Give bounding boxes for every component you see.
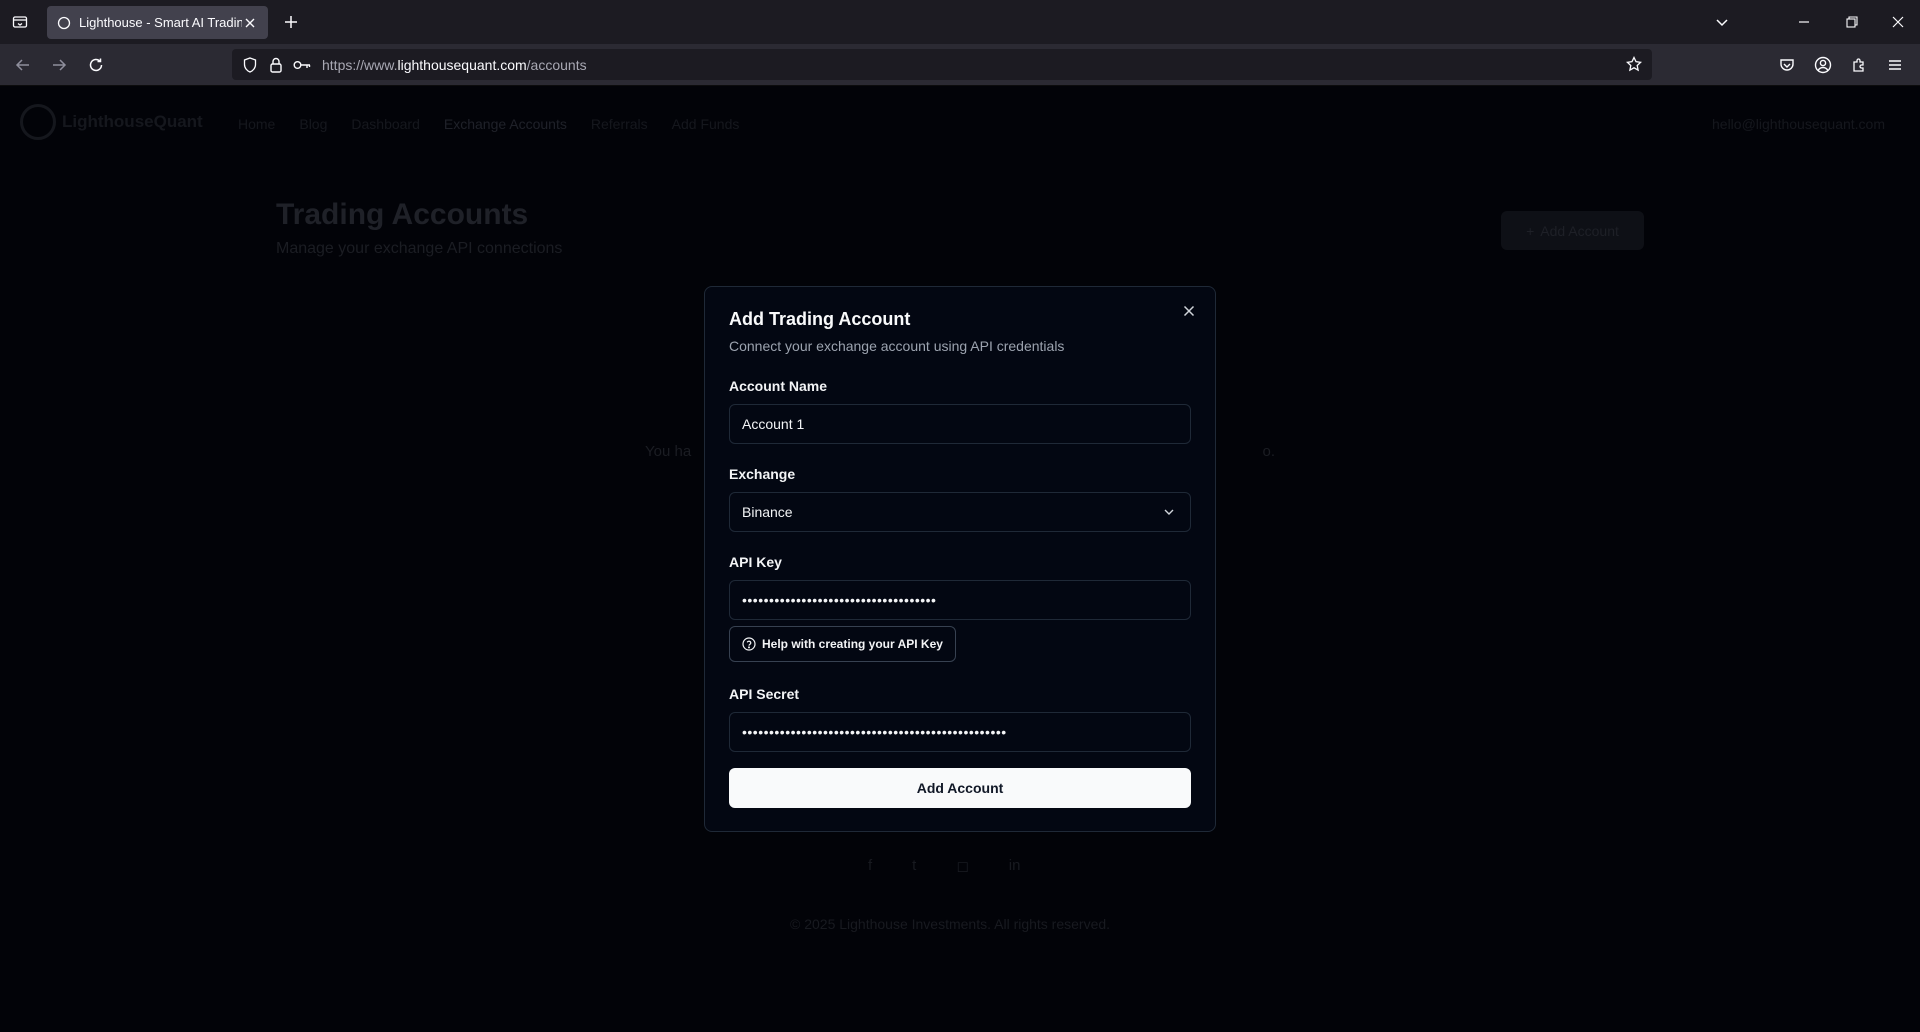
twitter-icon: t (912, 857, 917, 874)
instagram-icon: ◻ (956, 858, 969, 875)
site-nav: Home Blog Dashboard Exchange Accounts Re… (238, 116, 739, 132)
key-permissions-icon[interactable] (292, 55, 312, 75)
api-key-input[interactable]: •••••••••••••••••••••••••••••••••••• (729, 580, 1191, 620)
close-icon[interactable] (1179, 301, 1199, 321)
forward-icon[interactable] (46, 52, 72, 78)
browser-chrome: Lighthouse - Smart AI Trading https://ww… (0, 0, 1920, 86)
reload-icon[interactable] (83, 52, 109, 78)
browser-tab-active[interactable]: Lighthouse - Smart AI Trading (47, 6, 268, 39)
site-header: LighthouseQuant Home Blog Dashboard Exch… (0, 86, 1920, 164)
account-name-label: Account Name (729, 378, 828, 394)
exchange-label: Exchange (729, 466, 796, 482)
tab-title: Lighthouse - Smart AI Trading (79, 15, 242, 30)
facebook-icon: f (868, 857, 873, 874)
copyright: © 2025 Lighthouse Investments. All right… (790, 916, 1111, 932)
social-links: f t ◻ in (868, 857, 1020, 875)
api-secret-label: API Secret (729, 686, 800, 702)
list-all-tabs-icon[interactable] (1710, 10, 1734, 34)
site-logo[interactable]: LighthouseQuant (20, 104, 203, 140)
add-trading-account-dialog: Add Trading Account Connect your exchang… (704, 286, 1216, 832)
url-bar[interactable]: https://www.lighthousequant.com/accounts (232, 49, 1652, 80)
dialog-description: Connect your exchange account using API … (729, 338, 1065, 354)
exchange-select[interactable]: Binance (729, 492, 1191, 532)
api-key-help-button[interactable]: Help with creating your API Key (729, 626, 956, 662)
new-tab-icon[interactable] (280, 11, 302, 33)
api-key-help-label: Help with creating your API Key (762, 637, 943, 651)
linkedin-icon: in (1008, 857, 1021, 874)
tracking-protection-shield-icon[interactable] (240, 55, 260, 75)
extensions-icon[interactable] (1846, 52, 1872, 78)
plus-icon: + (1526, 222, 1535, 239)
add-account-button[interactable]: Add Account (729, 768, 1191, 808)
nav-home[interactable]: Home (238, 116, 275, 132)
account-name-input[interactable]: Account 1 (729, 404, 1191, 444)
help-circle-icon (742, 637, 756, 651)
lighthouse-logo-icon (20, 104, 56, 140)
page-title: Trading Accounts (276, 198, 529, 231)
nav-blog[interactable]: Blog (299, 116, 327, 132)
api-secret-input[interactable]: ••••••••••••••••••••••••••••••••••••••••… (729, 712, 1191, 752)
dialog-title: Add Trading Account (729, 309, 911, 329)
api-key-label: API Key (729, 554, 782, 570)
exchange-selected-value: Binance (742, 504, 793, 520)
user-email[interactable]: hello@lighthousequant.com (1712, 116, 1885, 132)
app-menu-icon[interactable] (1882, 52, 1908, 78)
minimize-icon[interactable] (1792, 10, 1816, 34)
nav-toolbar: https://www.lighthousequant.com/accounts (0, 44, 1920, 86)
api-secret-masked-value: ••••••••••••••••••••••••••••••••••••••••… (742, 724, 1007, 740)
brand-name: LighthouseQuant (62, 112, 203, 131)
tab-bar: Lighthouse - Smart AI Trading (0, 0, 1920, 44)
account-icon[interactable] (1810, 52, 1836, 78)
bookmark-star-icon[interactable] (1624, 54, 1644, 74)
nav-add-funds[interactable]: Add Funds (672, 116, 740, 132)
tab-list-icon[interactable] (8, 10, 32, 34)
nav-exchange-accounts[interactable]: Exchange Accounts (444, 116, 567, 132)
site-favicon-icon (57, 16, 71, 29)
pocket-icon[interactable] (1774, 52, 1800, 78)
lock-icon[interactable] (266, 55, 286, 75)
api-key-masked-value: •••••••••••••••••••••••••••••••••••• (742, 592, 937, 608)
close-window-icon[interactable] (1886, 10, 1910, 34)
account-name-value: Account 1 (742, 416, 805, 432)
page-viewport: LighthouseQuant Home Blog Dashboard Exch… (0, 86, 1920, 1032)
restore-icon[interactable] (1840, 10, 1864, 34)
nav-dashboard[interactable]: Dashboard (351, 116, 420, 132)
add-account-button-background: + Add Account (1501, 211, 1644, 250)
tab-close-icon[interactable] (242, 15, 258, 31)
chevron-down-icon (1164, 509, 1174, 515)
page-subtitle: Manage your exchange API connections (276, 240, 563, 257)
url-text[interactable]: https://www.lighthousequant.com/accounts (322, 57, 587, 73)
nav-referrals[interactable]: Referrals (591, 116, 648, 132)
back-icon[interactable] (10, 52, 36, 78)
